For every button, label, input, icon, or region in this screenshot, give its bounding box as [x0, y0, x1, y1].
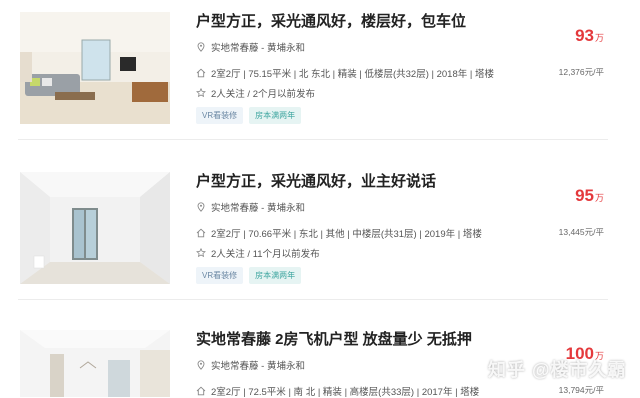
- follow-row: 2人关注 / 11个月以前发布: [196, 246, 320, 260]
- watermark: 知乎 @楼市久霸: [488, 360, 627, 380]
- divider: [18, 299, 608, 300]
- listing-item[interactable]: 户型方正，采光通风好，业主好说话 实地常春藤 - 黄埔永和 2室2厅 | 70.…: [18, 160, 608, 300]
- house-info-row: 2室2厅 | 72.5平米 | 南 北 | 精装 | 高楼层(共33层) | 2…: [196, 384, 479, 398]
- house-icon: [196, 68, 206, 78]
- follow-row: 2人关注 / 2个月以前发布: [196, 86, 315, 100]
- community-link[interactable]: 实地常春藤 - 黄埔永和: [211, 200, 305, 214]
- house-info-row: 2室2厅 | 70.66平米 | 东北 | 其他 | 中楼层(共31层) | 2…: [196, 226, 482, 240]
- unit-price: 13,445元/平: [558, 227, 604, 237]
- total-price: 93万: [575, 26, 604, 46]
- listing-title[interactable]: 户型方正，采光通风好，楼层好，包车位: [196, 10, 466, 31]
- price-unit: 万: [594, 33, 604, 43]
- house-icon: [196, 228, 206, 238]
- community-row: 实地常春藤 - 黄埔永和: [196, 200, 305, 214]
- divider: [18, 139, 608, 140]
- location-pin-icon: [196, 202, 206, 212]
- total-price: 95万: [575, 186, 604, 206]
- community-row: 实地常春藤 - 黄埔永和: [196, 40, 305, 54]
- unit-price: 13,794元/平: [558, 385, 604, 395]
- house-info-text: 2室2厅 | 75.15平米 | 北 东北 | 精装 | 低楼层(共32层) |…: [211, 69, 494, 80]
- star-icon: [196, 248, 206, 258]
- tag-list: VR看装修 房本满两年: [196, 107, 302, 124]
- location-pin-icon: [196, 360, 206, 370]
- tag-list: VR看装修 房本满两年: [196, 267, 302, 284]
- price-value: 95: [575, 186, 594, 205]
- location-pin-icon: [196, 42, 206, 52]
- community-link[interactable]: 实地常春藤 - 黄埔永和: [211, 40, 305, 54]
- house-icon: [196, 386, 206, 396]
- house-info-text: 2室2厅 | 70.66平米 | 东北 | 其他 | 中楼层(共31层) | 2…: [211, 229, 482, 240]
- community-link[interactable]: 实地常春藤 - 黄埔永和: [211, 358, 305, 372]
- listing-photo[interactable]: [20, 172, 170, 284]
- vr-tag: VR看装修: [196, 267, 244, 284]
- house-info-text: 2室2厅 | 72.5平米 | 南 北 | 精装 | 高楼层(共33层) | 2…: [211, 387, 480, 398]
- listing-title[interactable]: 户型方正，采光通风好，业主好说话: [196, 170, 436, 191]
- vr-tag: VR看装修: [196, 107, 244, 124]
- listing-title[interactable]: 实地常春藤 2房飞机户型 放盘量少 无抵押: [196, 328, 472, 349]
- price-value: 93: [575, 26, 594, 45]
- star-icon: [196, 88, 206, 98]
- follow-text: 2人关注 / 11个月以前发布: [211, 249, 320, 260]
- community-row: 实地常春藤 - 黄埔永和: [196, 358, 305, 372]
- follow-text: 2人关注 / 2个月以前发布: [211, 89, 315, 100]
- listing-photo[interactable]: [20, 12, 170, 124]
- price-unit: 万: [594, 193, 604, 203]
- years-tag: 房本满两年: [249, 107, 302, 124]
- listing-photo[interactable]: [20, 330, 170, 397]
- house-info-row: 2室2厅 | 75.15平米 | 北 东北 | 精装 | 低楼层(共32层) |…: [196, 66, 494, 80]
- unit-price: 12,376元/平: [558, 67, 604, 77]
- years-tag: 房本满两年: [249, 267, 302, 284]
- listing-item[interactable]: 户型方正，采光通风好，楼层好，包车位 实地常春藤 - 黄埔永和 2室2厅 | 7…: [18, 0, 608, 140]
